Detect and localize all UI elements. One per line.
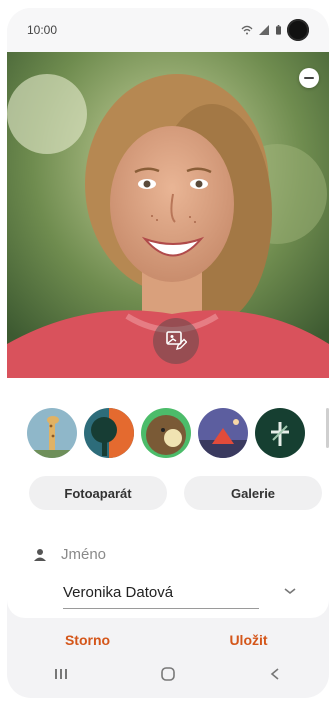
image-edit-icon bbox=[166, 331, 187, 351]
chevron-down-icon[interactable] bbox=[283, 586, 297, 596]
name-label-row: Jméno bbox=[33, 546, 106, 563]
person-icon bbox=[34, 548, 46, 561]
back-button[interactable] bbox=[255, 662, 295, 686]
name-input-underline bbox=[63, 608, 259, 609]
camera-cutout bbox=[287, 19, 309, 41]
name-input[interactable]: Veronika Datová bbox=[63, 584, 173, 601]
back-icon bbox=[271, 668, 279, 680]
signal-icon bbox=[259, 25, 269, 35]
remove-photo-button[interactable] bbox=[299, 68, 319, 88]
battery-icon bbox=[276, 25, 281, 35]
wifi-icon bbox=[241, 25, 253, 35]
camera-button[interactable]: Fotoaparát bbox=[29, 476, 167, 510]
edit-photo-button[interactable] bbox=[153, 318, 199, 364]
home-button[interactable] bbox=[148, 662, 188, 686]
phone-screen: 10:00 Fotoaparát Galerie Jméno Veronika … bbox=[7, 8, 329, 698]
giraffe-avatar[interactable] bbox=[27, 408, 77, 458]
cancel-button[interactable]: Storno bbox=[28, 632, 148, 648]
monkey-avatar[interactable] bbox=[141, 408, 191, 458]
avatar-picker bbox=[27, 408, 305, 458]
tent-avatar[interactable] bbox=[198, 408, 248, 458]
photo-source-buttons: Fotoaparát Galerie bbox=[29, 476, 322, 510]
avatar-scroll-indicator bbox=[326, 408, 329, 448]
status-icons bbox=[241, 19, 309, 41]
recents-icon bbox=[54, 669, 67, 679]
plant-avatar[interactable] bbox=[255, 408, 305, 458]
monkey-icon bbox=[141, 408, 191, 458]
tent-icon bbox=[198, 408, 248, 458]
name-label: Jméno bbox=[61, 546, 107, 563]
navigation-bar bbox=[7, 650, 329, 698]
recents-button[interactable] bbox=[41, 662, 81, 686]
tree-icon bbox=[84, 408, 134, 458]
status-time: 10:00 bbox=[27, 23, 58, 37]
editor-panel: Fotoaparát Galerie Jméno Veronika Datová bbox=[7, 378, 329, 618]
home-icon bbox=[161, 667, 175, 681]
tree-avatar[interactable] bbox=[84, 408, 134, 458]
status-bar: 10:00 bbox=[7, 8, 329, 52]
plant-icon bbox=[255, 408, 305, 458]
giraffe-icon bbox=[27, 408, 77, 458]
save-button[interactable]: Uložit bbox=[189, 632, 309, 648]
minus-circle-icon bbox=[304, 77, 314, 79]
gallery-button[interactable]: Galerie bbox=[184, 476, 322, 510]
